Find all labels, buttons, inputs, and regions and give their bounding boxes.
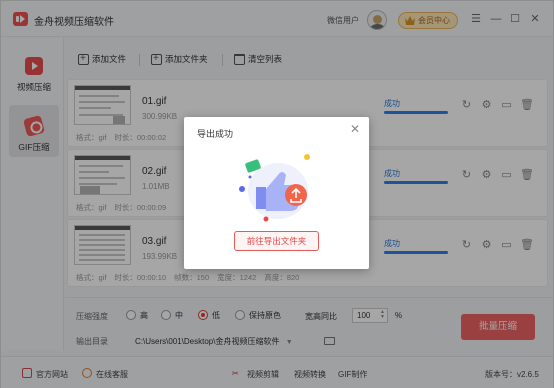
open-export-folder-button[interactable]: 前往导出文件夹 bbox=[234, 231, 319, 251]
export-success-dialog: 导出成功 ✕ 前往导出文件夹 bbox=[184, 117, 369, 269]
thumbs-up-illustration bbox=[239, 154, 310, 222]
close-icon[interactable]: ✕ bbox=[350, 123, 360, 135]
dialog-title: 导出成功 bbox=[197, 129, 234, 139]
